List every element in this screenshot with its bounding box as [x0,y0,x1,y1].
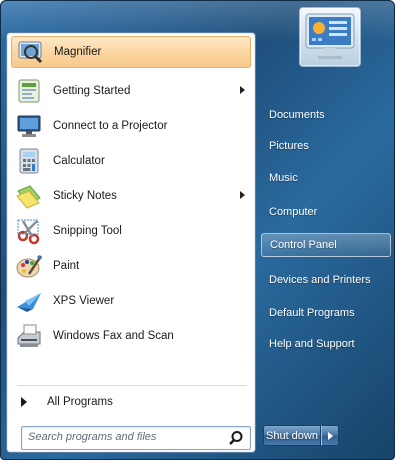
search-box[interactable] [21,426,251,450]
places-help-support[interactable]: Help and Support [261,332,391,356]
places-label: Documents [269,109,325,121]
shutdown-button[interactable]: Shut down [263,425,321,446]
paint-icon [16,255,43,278]
sticky-notes-icon [16,185,41,209]
places-label: Help and Support [269,338,355,350]
projector-icon [17,115,41,137]
shutdown-options-button[interactable] [321,425,339,446]
program-snipping-tool[interactable]: Snipping Tool [11,215,251,247]
fax-scan-icon [17,324,41,347]
places-computer[interactable]: Computer [261,200,391,224]
calculator-icon [19,148,39,174]
divider [17,385,247,386]
places-music[interactable]: Music [261,166,391,190]
program-fax-scan[interactable]: Windows Fax and Scan [11,320,251,352]
program-label: XPS Viewer [53,295,115,307]
places-label: Default Programs [269,307,355,319]
program-sticky-notes[interactable]: Sticky Notes [11,180,251,212]
places-label: Devices and Printers [269,274,371,286]
program-label: Connect to a Projector [53,120,168,132]
places-label: Computer [269,206,318,218]
places-default-programs[interactable]: Default Programs [261,301,391,325]
search-icon[interactable] [228,430,244,446]
program-label: Sticky Notes [53,190,117,202]
program-label: Calculator [53,155,105,167]
snipping-tool-icon [17,219,40,245]
search-input[interactable] [22,427,224,447]
all-programs-label: All Programs [47,396,113,408]
places-label: Control Panel [270,239,337,251]
submenu-arrow-icon[interactable] [240,191,245,199]
chevron-right-icon [327,431,333,440]
magnifier-icon [18,41,43,64]
shutdown-label: Shut down [266,429,318,442]
places-label: Music [269,172,298,184]
program-connect-projector[interactable]: Connect to a Projector [11,110,251,142]
program-magnifier[interactable]: Magnifier [11,36,251,68]
places-label: Pictures [269,140,309,152]
places-pictures[interactable]: Pictures [261,134,391,158]
places-control-panel[interactable]: Control Panel [261,233,391,257]
program-label: Snipping Tool [53,225,122,237]
all-programs-arrow-icon [21,397,27,407]
places-panel: Documents Pictures Music Computer Contro… [257,32,393,451]
program-label: Magnifier [54,46,102,58]
places-devices-printers[interactable]: Devices and Printers [261,268,391,292]
program-paint[interactable]: Paint [11,250,251,282]
start-menu: Magnifier Getting Started Connect to a P… [0,0,395,460]
places-documents[interactable]: Documents [261,103,391,127]
programs-panel: Magnifier Getting Started Connect to a P… [6,32,256,453]
program-calculator[interactable]: Calculator [11,145,251,177]
program-label: Windows Fax and Scan [53,330,174,342]
program-label: Getting Started [53,85,131,97]
program-label: Paint [53,260,80,272]
submenu-arrow-icon[interactable] [240,86,245,94]
program-getting-started[interactable]: Getting Started [11,75,251,107]
all-programs-button[interactable]: All Programs [11,388,251,416]
getting-started-icon [18,79,40,103]
program-xps-viewer[interactable]: XPS Viewer [11,285,251,317]
xps-viewer-icon [17,293,41,312]
